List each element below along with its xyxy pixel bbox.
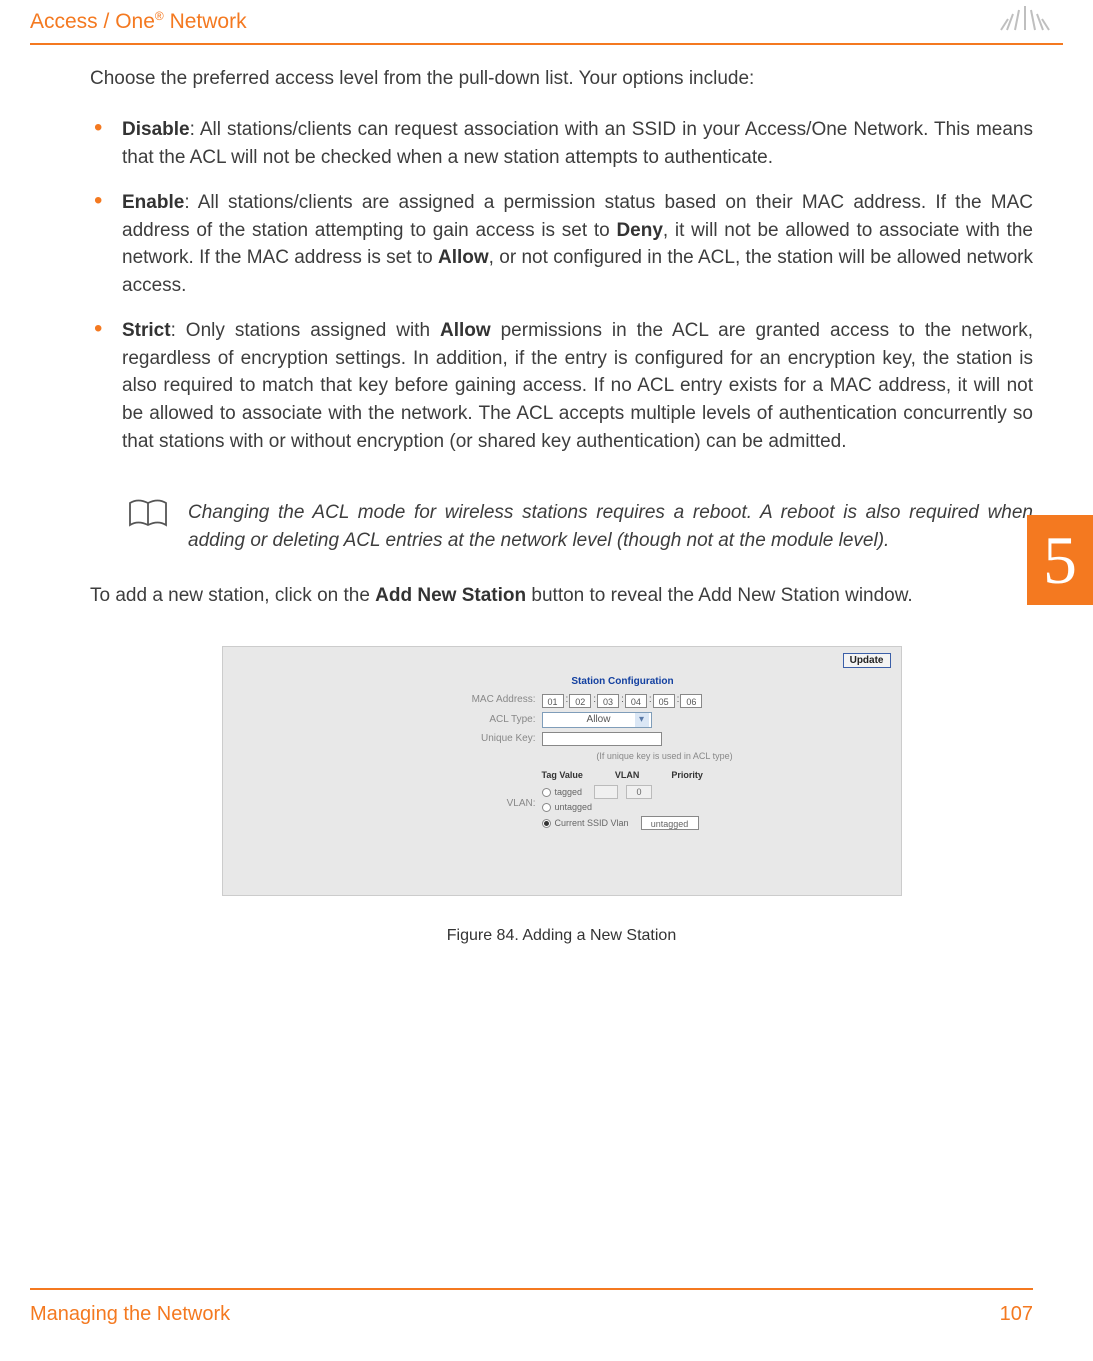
unique-key-row: Unique Key: [458,732,788,747]
field-label: Unique Key: [458,732,536,747]
radio-icon [542,819,551,828]
acl-type-row: ACL Type: Allow [458,712,788,728]
field-label: ACL Type: [458,713,536,728]
header-title: Access / One® Network [30,7,247,37]
radio-icon [542,788,551,797]
intro-text: Choose the preferred access level from t… [90,65,1033,93]
mac-octet[interactable]: 03 [597,694,619,708]
inline-bold: Allow [438,247,489,268]
priority-select[interactable]: 0 [626,785,652,799]
mac-octet[interactable]: 04 [625,694,647,708]
bullet-label: Enable [122,192,184,213]
vlan-current-ssid-option[interactable]: Current SSID Vlan untagged [542,816,699,830]
page-footer: Managing the Network 107 [30,1288,1033,1329]
option-label: untagged [555,801,593,814]
figure: Update Station Configuration MAC Address… [90,646,1033,947]
th-tag: Tag Value [542,769,583,782]
th-vlan: VLAN [615,769,640,782]
field-label: MAC Address: [458,693,536,708]
mac-octet[interactable]: 02 [569,694,591,708]
radio-icon [542,803,551,812]
bullet-text: : Only stations assigned with [171,320,440,341]
mac-octet[interactable]: 05 [653,694,675,708]
section-title: Station Configuration [458,675,788,690]
title-sup: ® [155,9,164,23]
footer-section: Managing the Network [30,1300,230,1329]
mac-octet[interactable]: 06 [680,694,702,708]
brand-logo [997,4,1053,41]
title-suffix: Network [164,10,247,33]
colon: : [677,693,680,708]
list-item: Enable: All stations/clients are assigne… [122,189,1033,299]
hint-text: (If unique key is used in ACL type) [542,750,788,763]
th-priority: Priority [671,769,703,782]
vlan-untagged-option[interactable]: untagged [542,801,699,814]
add-station-text: To add a new station, click on the Add N… [90,582,1033,610]
vlan-input[interactable] [594,785,618,799]
update-button[interactable]: Update [843,653,891,668]
station-config-panel: Update Station Configuration MAC Address… [222,646,902,896]
option-label: tagged [555,786,583,799]
acl-type-select[interactable]: Allow [542,712,652,728]
inline-bold: Deny [616,220,662,241]
inline-bold: Add New Station [375,585,526,606]
text-part: To add a new station, click on the [90,585,375,606]
colon: : [566,693,569,708]
page-number: 107 [1000,1300,1033,1329]
figure-caption: Figure 84. Adding a New Station [90,924,1033,947]
option-list: Disable: All stations/clients can reques… [90,116,1033,455]
inline-bold: Allow [440,320,491,341]
unique-key-input[interactable] [542,732,662,746]
book-icon [128,499,168,554]
bullet-label: Disable [122,119,190,140]
list-item: Strict: Only stations assigned with Allo… [122,317,1033,455]
note-text: Changing the ACL mode for wireless stati… [188,499,1033,554]
title-prefix: Access / One [30,10,155,33]
table-header: Tag Value VLAN Priority [542,769,788,782]
colon: : [649,693,652,708]
current-vlan-value: untagged [641,816,699,830]
field-label: VLAN: [458,797,536,812]
mac-octet[interactable]: 01 [542,694,564,708]
mac-address-row: MAC Address: 01 : 02 : 03 : 04 : 05 : 06 [458,693,788,708]
divider [30,1288,1033,1290]
vlan-row: VLAN: tagged 0 untagged [458,785,788,832]
note-block: Changing the ACL mode for wireless stati… [90,473,1033,554]
chapter-tab: 5 [1027,515,1093,605]
bullet-label: Strict [122,320,171,341]
text-part: button to reveal the Add New Station win… [526,585,913,606]
bullet-text: : All stations/clients can request assoc… [122,119,1033,168]
colon: : [621,693,624,708]
option-label: Current SSID Vlan [555,817,629,830]
list-item: Disable: All stations/clients can reques… [122,116,1033,171]
vlan-tagged-option[interactable]: tagged 0 [542,785,699,799]
divider [30,43,1063,45]
page-header: Access / One® Network [0,0,1093,43]
colon: : [593,693,596,708]
